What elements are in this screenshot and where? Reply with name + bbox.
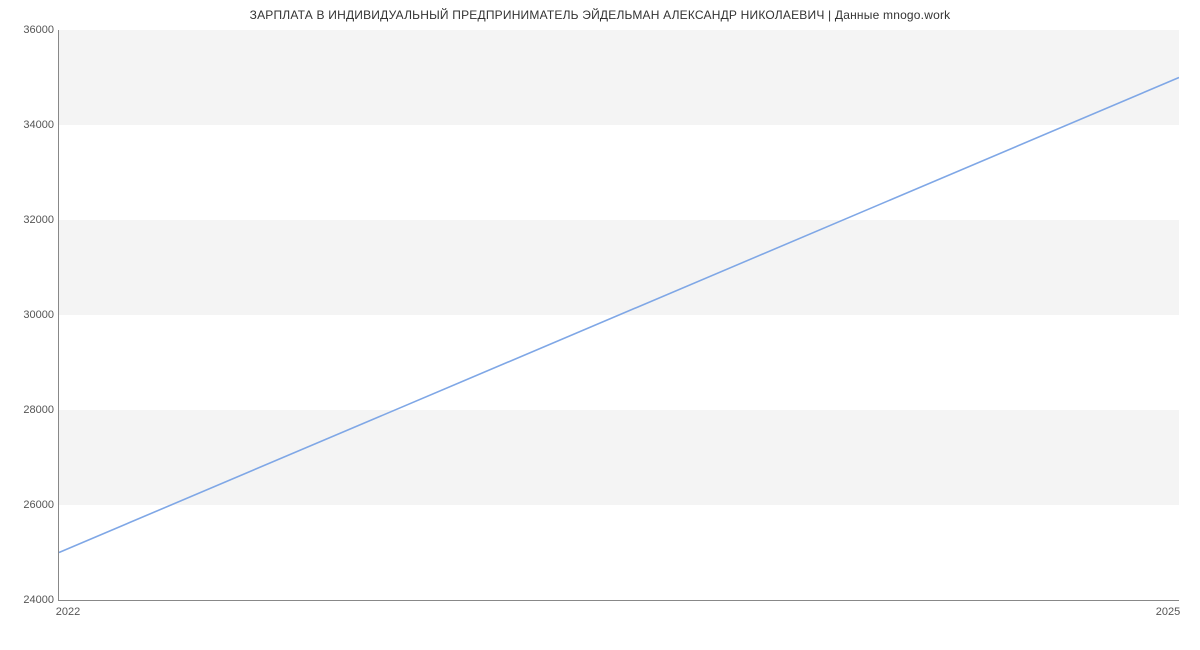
chart-title: ЗАРПЛАТА В ИНДИВИДУАЛЬНЫЙ ПРЕДПРИНИМАТЕЛ… <box>0 8 1200 22</box>
y-tick-label: 34000 <box>0 119 54 131</box>
y-tick-label: 36000 <box>0 24 54 36</box>
salary-line-chart: ЗАРПЛАТА В ИНДИВИДУАЛЬНЫЙ ПРЕДПРИНИМАТЕЛ… <box>0 0 1200 650</box>
y-tick-label: 32000 <box>0 214 54 226</box>
x-tick-label: 2025 <box>1156 606 1180 618</box>
y-tick-label: 28000 <box>0 404 54 416</box>
data-line <box>59 30 1179 600</box>
y-tick-label: 24000 <box>0 594 54 606</box>
x-tick-label: 2022 <box>56 606 80 618</box>
y-tick-label: 30000 <box>0 309 54 321</box>
plot-area <box>58 30 1179 601</box>
y-tick-label: 26000 <box>0 499 54 511</box>
